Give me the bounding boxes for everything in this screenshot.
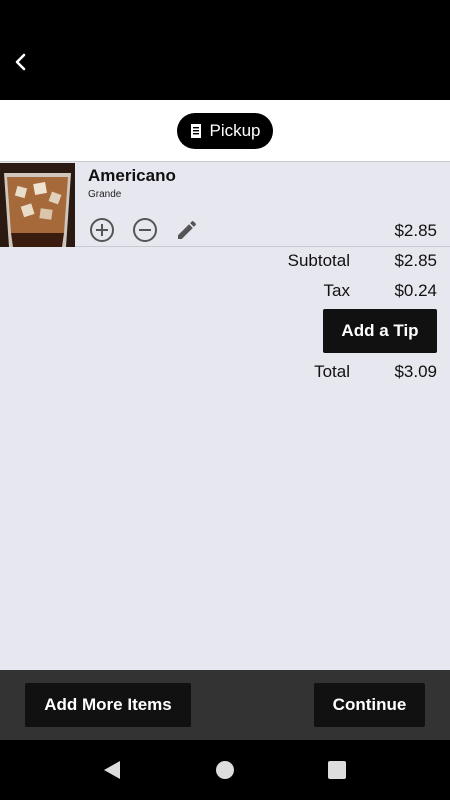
circle-home-icon (216, 761, 234, 779)
triangle-back-icon (104, 761, 120, 779)
minus-circle-icon (133, 218, 157, 242)
tax-value: $0.24 (394, 281, 437, 300)
product-image (0, 163, 75, 247)
plus-circle-icon (90, 218, 114, 242)
pickup-label: Pickup (209, 121, 261, 140)
continue-button[interactable]: Continue (314, 683, 425, 727)
total-label: Total (314, 362, 350, 381)
pencil-icon (178, 220, 197, 239)
nav-home-button[interactable] (213, 758, 237, 782)
back-button[interactable] (8, 46, 34, 78)
pickup-button[interactable]: Pickup (177, 113, 273, 149)
item-price: $2.85 (394, 221, 437, 240)
receipt-icon (191, 124, 202, 138)
chevron-left-icon (15, 53, 26, 71)
subtotal-label: Subtotal (287, 251, 350, 270)
page-title: Cart (49, 43, 122, 84)
decrease-quantity-button[interactable] (131, 216, 159, 244)
nav-back-button[interactable] (100, 758, 124, 782)
add-tip-button[interactable]: Add a Tip (323, 309, 437, 353)
tax-label: Tax (323, 281, 350, 300)
nav-recents-button[interactable] (325, 758, 349, 782)
item-size: Grande (88, 189, 122, 200)
edit-item-button[interactable] (173, 216, 201, 244)
item-name: Americano (88, 166, 176, 185)
total-value: $3.09 (394, 362, 437, 381)
square-recents-icon (328, 761, 346, 779)
increase-quantity-button[interactable] (88, 216, 116, 244)
subtotal-value: $2.85 (394, 251, 437, 270)
add-more-items-button[interactable]: Add More Items (25, 683, 191, 727)
item-count: 1 item (133, 62, 191, 84)
